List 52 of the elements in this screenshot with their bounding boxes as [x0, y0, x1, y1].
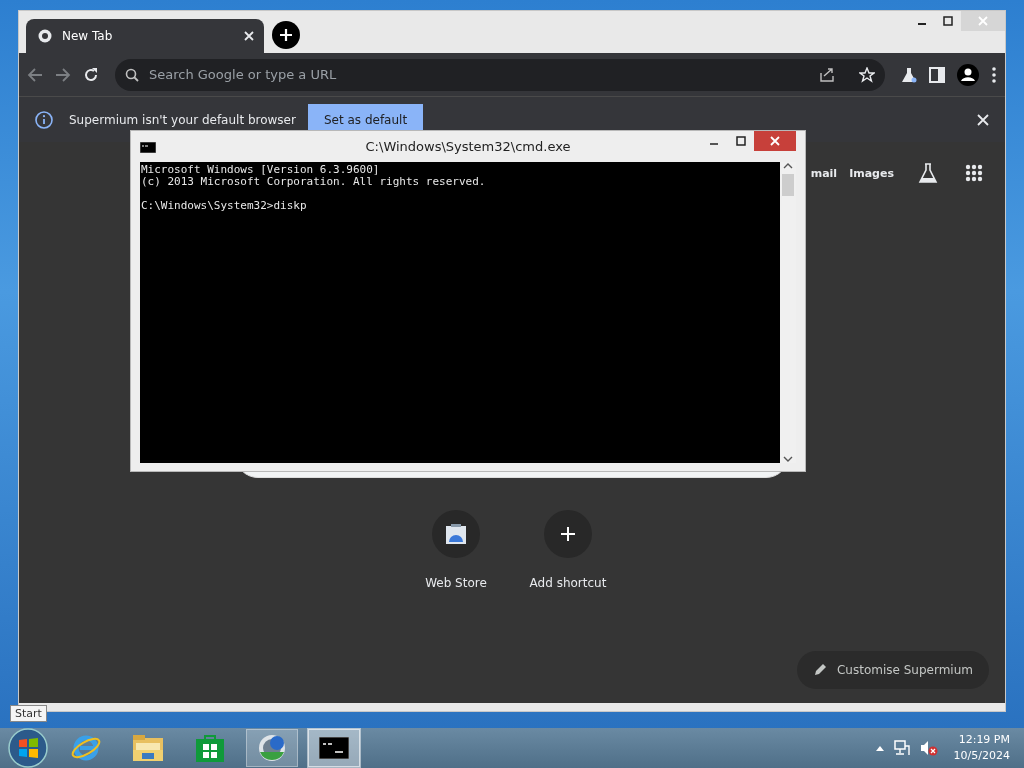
shortcut-tile[interactable] — [432, 510, 480, 558]
close-icon[interactable] — [977, 113, 989, 126]
profile-icon[interactable] — [957, 63, 979, 86]
browser-e-icon — [71, 733, 101, 763]
browser-logo-icon — [38, 29, 52, 43]
folder-icon — [132, 734, 164, 762]
share-icon[interactable] — [819, 66, 835, 83]
taskbar-button[interactable] — [308, 729, 360, 767]
back-arrow-icon[interactable] — [27, 66, 43, 83]
window-title: C:\Windows\System32\cmd.exe — [365, 139, 571, 154]
scroll-up-icon[interactable] — [783, 162, 793, 170]
browser-tab[interactable]: New Tab — [26, 19, 264, 53]
store-icon — [445, 523, 467, 545]
header-link[interactable]: mail — [810, 166, 838, 180]
scrollbar-thumb[interactable] — [782, 174, 794, 196]
pencil-icon — [812, 663, 827, 677]
shortcut-label: Add shortcut — [529, 576, 607, 590]
globe-ring-icon — [256, 732, 288, 764]
search-icon — [125, 67, 139, 82]
sidebar-icon[interactable] — [929, 66, 945, 83]
customise-button[interactable]: Customise Supermium — [796, 651, 989, 689]
network-icon[interactable] — [893, 740, 910, 756]
apps-grid-icon[interactable] — [965, 164, 983, 182]
address-bar[interactable]: Search Google or type a URL — [115, 58, 885, 91]
plus-icon — [560, 526, 576, 542]
shortcut-label: Web Store — [425, 576, 487, 590]
shortcut-tile[interactable] — [544, 510, 592, 558]
terminal-line: C:\Windows\System32>diskp — [141, 200, 308, 212]
header-link[interactable]: Images — [849, 166, 894, 180]
shopping-bag-icon — [195, 733, 225, 763]
scroll-down-icon[interactable] — [783, 455, 793, 463]
menu-icon[interactable] — [991, 66, 997, 83]
maximize-icon[interactable] — [943, 16, 953, 26]
close-icon[interactable] — [244, 31, 254, 41]
new-tab-icon[interactable] — [272, 21, 300, 49]
info-icon — [35, 110, 53, 129]
caret-up-icon[interactable] — [875, 745, 884, 751]
tooltip: Start — [10, 705, 47, 722]
console-icon — [319, 737, 349, 759]
forward-arrow-icon[interactable] — [55, 66, 71, 83]
star-icon[interactable] — [859, 66, 875, 83]
flask-icon[interactable] — [918, 163, 938, 183]
maximize-icon[interactable] — [735, 136, 746, 146]
clock[interactable]: 12:19 PM 10/5/2024 — [953, 732, 1010, 764]
speaker-muted-icon[interactable] — [919, 740, 938, 756]
start-orb-icon[interactable] — [8, 728, 48, 768]
terminal-line: Microsoft Windows [Version 6.3.9600] — [141, 164, 381, 176]
console-icon — [140, 142, 156, 153]
infobar-message: Supermium isn't your default browser — [69, 112, 296, 127]
flask-icon[interactable] — [901, 66, 917, 83]
reload-icon[interactable] — [83, 66, 99, 83]
terminal-line: (c) 2013 Microsoft Corporation. All rights reserved. — [141, 176, 487, 188]
